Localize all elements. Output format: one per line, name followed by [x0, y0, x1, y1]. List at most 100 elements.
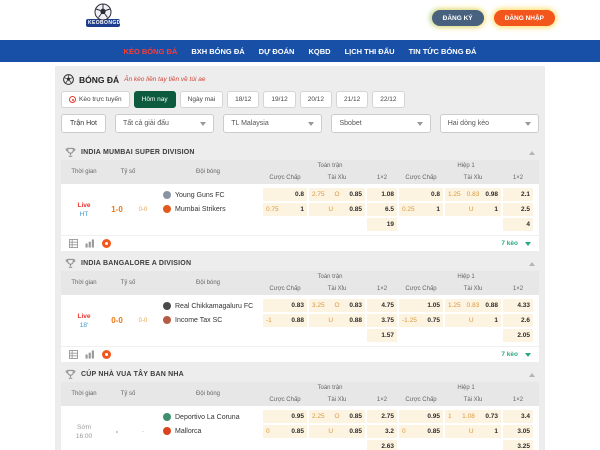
date-tab-21-12[interactable]: 21/12 — [336, 91, 368, 108]
odds-h1-under[interactable]: U 1 — [445, 314, 501, 327]
odds-h1-x[interactable]: 3.05 — [503, 425, 533, 438]
live-stream-icon[interactable] — [102, 350, 111, 359]
odds-h1-1[interactable]: 2.1 — [503, 188, 533, 201]
date-tab-18-12[interactable]: 18/12 — [227, 91, 259, 108]
match-row[interactable]: Live HT 1-0 0-0 Young Guns FC Mumbai Str… — [61, 184, 539, 235]
nav-du-doan[interactable]: DỰ ĐOÁN — [259, 47, 295, 56]
odds-h1-2[interactable]: 4 — [503, 218, 533, 231]
match-row[interactable]: Live 18' 0-0 0-0 Real Chikkamagaluru FC … — [61, 295, 539, 346]
odds-h1-under[interactable]: U 1 — [445, 203, 501, 216]
odds-ft-2[interactable]: 19 — [367, 218, 397, 231]
odds-ft-over[interactable]: 3.25 O 0.83 — [309, 299, 365, 312]
odds-ft-handicap-home[interactable]: 0.8 — [263, 188, 307, 201]
odds-ft-under[interactable]: U 0.88 — [309, 314, 365, 327]
logo-text: KEOBONGDA — [86, 19, 120, 27]
date-tab-live[interactable]: Kèo trực tuyến — [61, 91, 130, 108]
match-footer: 7 kèo — [61, 235, 539, 251]
league-select[interactable]: Tất cả giải đấu — [115, 114, 214, 133]
col-overunder-ft: Tài Xỉu — [309, 175, 365, 181]
odds-table-header: Thời gian Tỷ số Đội bóng Toàn trận Hiệp … — [61, 271, 539, 295]
odds-h1-x[interactable]: 2.5 — [503, 203, 533, 216]
odds-ft-handicap-away[interactable]: -1 0.88 — [263, 314, 307, 327]
odds-ft-under[interactable]: U 0.85 — [309, 425, 365, 438]
bet-count[interactable]: 7 kèo — [501, 240, 518, 247]
match-minute: HT — [80, 211, 89, 218]
match-time: Live HT — [67, 188, 101, 231]
odds-h1-x[interactable]: 2.6 — [503, 314, 533, 327]
login-button[interactable]: ĐĂNG NHẬP — [494, 10, 555, 26]
odds-ft-2[interactable]: 2.63 — [367, 440, 397, 450]
league-header[interactable]: INDIA BANGALORE A DIVISION — [61, 256, 539, 271]
odds-ft-1[interactable]: 1.08 — [367, 188, 397, 201]
stats-icon[interactable] — [85, 350, 95, 359]
date-tab-tomorrow[interactable]: Ngày mai — [180, 91, 223, 108]
col-score: Tỷ số — [103, 169, 153, 175]
hot-matches-button[interactable]: Trận Hot — [61, 114, 106, 133]
match-score-half: 0-0 — [133, 188, 153, 231]
league-header[interactable]: CÚP NHÀ VUA TÂY BAN NHA — [61, 367, 539, 382]
nav-tin-tuc[interactable]: TIN TỨC BÓNG ĐÁ — [409, 47, 477, 56]
date-tab-20-12[interactable]: 20/12 — [300, 91, 332, 108]
nav-kqbd[interactable]: KQBD — [308, 47, 330, 56]
odds-ft-1[interactable]: 4.75 — [367, 299, 397, 312]
odds-h1-over[interactable]: 1.25 0.83 0.88 — [445, 299, 501, 312]
odds-h1-1[interactable]: 4.33 — [503, 299, 533, 312]
date-tab-22-12[interactable]: 22/12 — [372, 91, 404, 108]
table-view-icon[interactable] — [69, 239, 78, 248]
odds-h1-handicap-away[interactable]: 0 0.85 — [399, 425, 443, 438]
home-team[interactable]: Deportivo La Coruna — [163, 410, 261, 424]
odds-ft-over[interactable]: 2.25 O 0.85 — [309, 410, 365, 423]
odds-ft-handicap-home[interactable]: 0.83 — [263, 299, 307, 312]
odds-h1-2[interactable]: 2.05 — [503, 329, 533, 342]
score-halftime: - — [142, 429, 144, 435]
odds-h1-handicap-home[interactable]: 1.05 — [399, 299, 443, 312]
nav-lich-thi-dau[interactable]: LỊCH THI ĐẤU — [345, 47, 395, 56]
register-button[interactable]: ĐĂNG KÝ — [432, 10, 484, 26]
nav-keo-bong-da[interactable]: KÈO BÓNG ĐÁ — [124, 47, 178, 56]
site-logo[interactable]: KEOBONGDA — [86, 3, 120, 27]
odds-h1-handicap-away[interactable]: -1.25 0.75 — [399, 314, 443, 327]
stats-icon[interactable] — [85, 239, 95, 248]
odds-h1-handicap-away[interactable]: 0.25 1 — [399, 203, 443, 216]
odds-h1-1[interactable]: 3.4 — [503, 410, 533, 423]
odds-h1-over[interactable]: 1 1.08 0.73 — [445, 410, 501, 423]
collapse-chevron-icon[interactable] — [529, 373, 535, 377]
odds-ft-under[interactable]: U 0.85 — [309, 203, 365, 216]
odds-ft-handicap-away[interactable]: 0.75 1 — [263, 203, 307, 216]
away-team[interactable]: Mumbai Strikers — [163, 202, 261, 216]
odds-ft-x[interactable]: 6.5 — [367, 203, 397, 216]
odds-h1-over[interactable]: 1.25 0.83 0.98 — [445, 188, 501, 201]
date-tab-today[interactable]: Hôm nay — [134, 91, 176, 108]
bookmaker-select[interactable]: Sbobet — [331, 114, 430, 133]
region-select[interactable]: TL Malaysia — [223, 114, 322, 133]
odds-ft-handicap-home[interactable]: 0.95 — [263, 410, 307, 423]
odds-ft-1[interactable]: 2.75 — [367, 410, 397, 423]
odds-lines-select[interactable]: Hai dòng kèo — [440, 114, 539, 133]
odds-ft-over[interactable]: 2.75 O 0.85 — [309, 188, 365, 201]
expand-chevron-icon[interactable] — [525, 353, 531, 357]
league-header[interactable]: INDIA MUMBAI SUPER DIVISION — [61, 145, 539, 160]
away-team[interactable]: Income Tax SC — [163, 313, 261, 327]
nav-bxh-bong-da[interactable]: BXH BÓNG ĐÁ — [191, 47, 244, 56]
home-team[interactable]: Young Guns FC — [163, 188, 261, 202]
expand-chevron-icon[interactable] — [525, 242, 531, 246]
away-team[interactable]: Mallorca — [163, 424, 261, 438]
odds-ft-x[interactable]: 3.75 — [367, 314, 397, 327]
match-row[interactable]: Sớm 16:00 - - Deportivo La Coruna Mallor… — [61, 406, 539, 450]
table-view-icon[interactable] — [69, 350, 78, 359]
odds-ft-x[interactable]: 3.2 — [367, 425, 397, 438]
date-tab-19-12[interactable]: 19/12 — [263, 91, 295, 108]
odds-h1-handicap-home[interactable]: 0.8 — [399, 188, 443, 201]
bet-count[interactable]: 7 kèo — [501, 351, 518, 358]
live-stream-icon[interactable] — [102, 239, 111, 248]
col-firsthalf: Hiệp 1 — [399, 385, 533, 391]
home-team[interactable]: Real Chikkamagaluru FC — [163, 299, 261, 313]
collapse-chevron-icon[interactable] — [529, 151, 535, 155]
odds-h1-handicap-home[interactable]: 0.95 — [399, 410, 443, 423]
odds-ft-handicap-away[interactable]: 0 0.85 — [263, 425, 307, 438]
odds-h1-under[interactable]: U 1 — [445, 425, 501, 438]
collapse-chevron-icon[interactable] — [529, 262, 535, 266]
odds-ft-2[interactable]: 1.57 — [367, 329, 397, 342]
score-halftime: 0-0 — [139, 207, 148, 213]
odds-h1-2[interactable]: 3.25 — [503, 440, 533, 450]
